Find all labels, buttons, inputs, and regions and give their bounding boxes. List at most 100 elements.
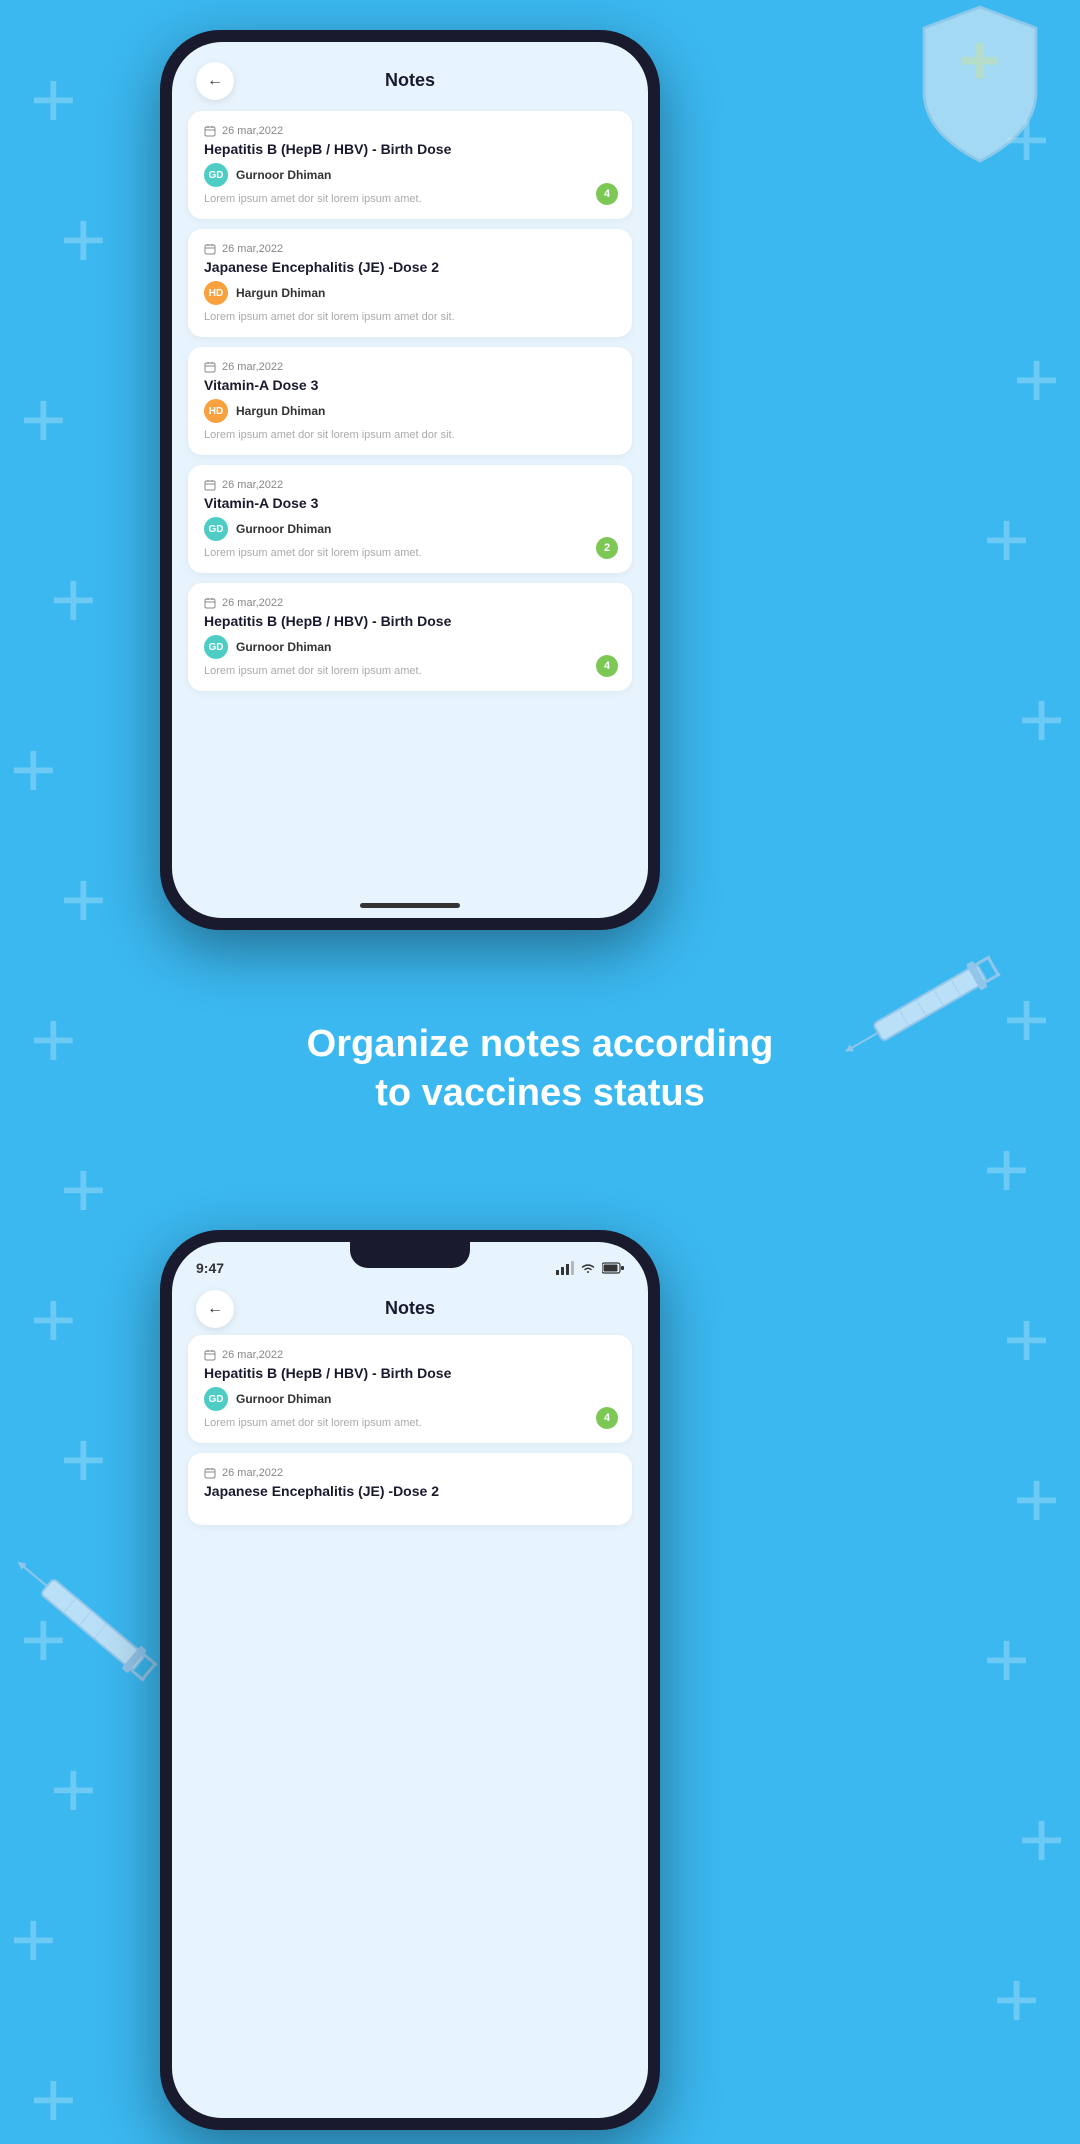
person-name-5: Gurnoor Dhiman [236,640,331,654]
battery-icon [602,1262,624,1274]
wifi-icon [580,1262,596,1274]
status-time: 9:47 [196,1260,224,1276]
note-card-2-1[interactable]: 26 mar,2022 Hepatitis B (HepB / HBV) - B… [188,1335,632,1443]
note-text-2-1: Lorem ipsum amet dor sit lorem ipsum ame… [204,1417,616,1429]
back-arrow-1: ← [207,72,223,90]
person-name-2-1: Gurnoor Dhiman [236,1392,331,1406]
note-date-4: 26 mar,2022 [204,479,616,491]
note-person-2: HD Hargun Dhiman [204,281,616,305]
note-vaccine-2-2: Japanese Encephalitis (JE) -Dose 2 [204,1483,616,1499]
avatar-1: GD [204,163,228,187]
calendar-icon-4 [204,479,216,491]
note-date-1: 26 mar,2022 [204,125,616,137]
avatar-3: HD [204,399,228,423]
bg-cross-1: + [30,60,77,140]
calendar-icon-5 [204,597,216,609]
note-vaccine-4: Vitamin-A Dose 3 [204,495,616,511]
calendar-icon-2 [204,243,216,255]
bg-cross-24: + [1018,1800,1065,1880]
note-vaccine-1: Hepatitis B (HepB / HBV) - Birth Dose [204,141,616,157]
note-badge-4: 2 [596,537,618,559]
phone-screen-2: 9:47 [172,1242,648,2118]
note-text-4: Lorem ipsum amet dor sit lorem ipsum ame… [204,547,616,559]
avatar-5: GD [204,635,228,659]
note-date-2: 26 mar,2022 [204,243,616,255]
bg-cross-4: + [50,560,97,640]
note-person-3: HD Hargun Dhiman [204,399,616,423]
bg-cross-9: + [983,500,1030,580]
phone-mockup-2: 9:47 [160,1230,660,2130]
note-card-4[interactable]: 26 mar,2022 Vitamin-A Dose 3 GD Gurnoor … [188,465,632,573]
note-date-2-1: 26 mar,2022 [204,1349,616,1361]
note-card-5[interactable]: 26 mar,2022 Hepatitis B (HepB / HBV) - B… [188,583,632,691]
bg-cross-5: + [10,730,57,810]
back-button-1[interactable]: ← [196,62,234,100]
app-title-2: Notes [385,1298,435,1319]
notes-list-1: 26 mar,2022 Hepatitis B (HepB / HBV) - B… [172,103,648,699]
bg-cross-25: + [993,1960,1040,2040]
calendar-icon-1 [204,125,216,137]
phone-mockup-1: ← Notes 26 mar,2022 Hepatitis B (HepB / … [160,30,660,930]
note-text-5: Lorem ipsum amet dor sit lorem ipsum ame… [204,665,616,677]
note-card-2-2[interactable]: 26 mar,2022 Japanese Encephalitis (JE) -… [188,1453,632,1525]
note-card-2[interactable]: 26 mar,2022 Japanese Encephalitis (JE) -… [188,229,632,337]
calendar-icon-2-2 [204,1467,216,1479]
bg-cross-8: + [1013,340,1060,420]
bg-cross-14: + [983,1130,1030,1210]
note-vaccine-5: Hepatitis B (HepB / HBV) - Birth Dose [204,613,616,629]
avatar-4: GD [204,517,228,541]
note-date-2-2: 26 mar,2022 [204,1467,616,1479]
bg-cross-10: + [1018,680,1065,760]
avatar-2: HD [204,281,228,305]
tagline-line1: Organize notes according [0,1020,1080,1069]
tagline: Organize notes according to vaccines sta… [0,1020,1080,1119]
bg-cross-22: + [1013,1460,1060,1540]
note-text-1: Lorem ipsum amet dor sit lorem ipsum ame… [204,193,616,205]
app-title-1: Notes [385,70,435,91]
note-person-2-1: GD Gurnoor Dhiman [204,1387,616,1411]
note-badge-2-1: 4 [596,1407,618,1429]
calendar-icon-2-1 [204,1349,216,1361]
bg-cross-20: + [30,2060,77,2140]
note-text-2: Lorem ipsum amet dor sit lorem ipsum ame… [204,311,616,323]
app-header-2: ← Notes [172,1286,648,1331]
bg-cross-2: + [60,200,107,280]
note-vaccine-3: Vitamin-A Dose 3 [204,377,616,393]
app-header-1: ← Notes [172,58,648,103]
notes-list-2: 26 mar,2022 Hepatitis B (HepB / HBV) - B… [172,1331,648,1533]
bg-cross-16: + [60,1420,107,1500]
note-card-3[interactable]: 26 mar,2022 Vitamin-A Dose 3 HD Hargun D… [188,347,632,455]
note-card-1[interactable]: 26 mar,2022 Hepatitis B (HepB / HBV) - B… [188,111,632,219]
tagline-line2: to vaccines status [0,1069,1080,1118]
note-vaccine-2: Japanese Encephalitis (JE) -Dose 2 [204,259,616,275]
person-name-2: Hargun Dhiman [236,286,325,300]
note-person-5: GD Gurnoor Dhiman [204,635,616,659]
person-name-3: Hargun Dhiman [236,404,325,418]
bg-cross-21: + [1003,1300,1050,1380]
note-person-4: GD Gurnoor Dhiman [204,517,616,541]
note-person-1: GD Gurnoor Dhiman [204,163,616,187]
bg-cross-3: + [20,380,67,460]
note-text-3: Lorem ipsum amet dor sit lorem ipsum ame… [204,429,616,441]
shield-decoration [910,0,1050,160]
bg-cross-23: + [983,1620,1030,1700]
phone-notch-2 [350,1242,470,1268]
back-arrow-2: ← [207,1300,223,1318]
note-badge-1: 4 [596,183,618,205]
status-icons [556,1261,624,1275]
note-vaccine-2-1: Hepatitis B (HepB / HBV) - Birth Dose [204,1365,616,1381]
bg-cross-18: + [50,1750,97,1830]
note-badge-5: 4 [596,655,618,677]
bg-cross-12: + [60,1150,107,1230]
home-indicator-1 [360,903,460,908]
note-date-3: 26 mar,2022 [204,361,616,373]
signal-icon [556,1261,574,1275]
back-button-2[interactable]: ← [196,1290,234,1328]
bg-cross-6: + [60,860,107,940]
avatar-2-1: GD [204,1387,228,1411]
note-date-5: 26 mar,2022 [204,597,616,609]
person-name-4: Gurnoor Dhiman [236,522,331,536]
bg-cross-19: + [10,1900,57,1980]
phone-screen-1: ← Notes 26 mar,2022 Hepatitis B (HepB / … [172,42,648,918]
calendar-icon-3 [204,361,216,373]
